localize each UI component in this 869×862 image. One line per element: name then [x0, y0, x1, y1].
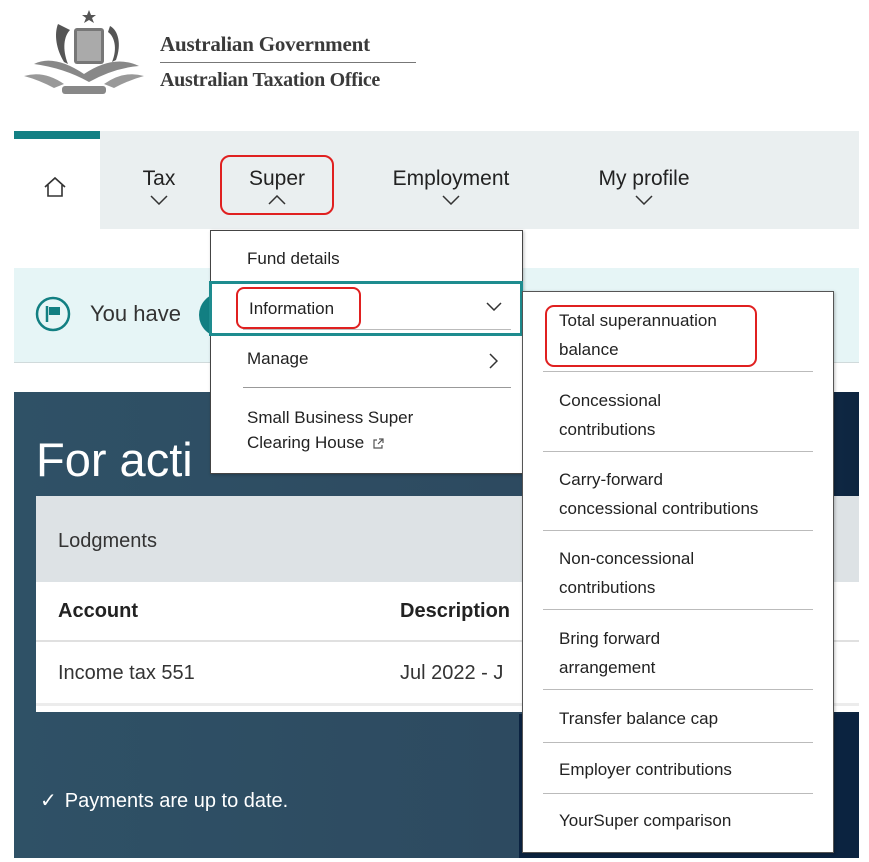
menu-item-small-business-super-clearing-house[interactable]: Small Business Super Clearing House [247, 405, 413, 455]
submenu-item-transfer-balance-cap[interactable]: Transfer balance cap [543, 704, 813, 743]
chevron-down-icon [150, 195, 168, 205]
nav-super-label: Super [248, 167, 306, 190]
nav-tax-label: Tax [142, 167, 176, 190]
main-nav: Tax Super Employment My profile [14, 131, 859, 229]
divider [243, 329, 511, 330]
ato-logo[interactable]: Australian Government Australian Taxatio… [14, 4, 434, 104]
submenu-item-total-superannuation-balance[interactable]: Total superannuation balance [543, 306, 813, 372]
payments-status: ✓ Payments are up to date. [40, 788, 288, 813]
cell-description: Jul 2022 - J [400, 662, 504, 684]
chevron-right-icon [489, 353, 498, 369]
nav-super[interactable]: Super [220, 155, 334, 215]
chevron-up-icon [268, 195, 286, 205]
checkmark-icon: ✓ [40, 790, 57, 812]
submenu-item-bring-forward-arrangement[interactable]: Bring forward arrangement [543, 624, 813, 690]
nav-employment[interactable]: Employment [378, 167, 524, 205]
flag-icon [35, 296, 71, 332]
nav-employment-label: Employment [392, 167, 510, 190]
external-link-icon [373, 437, 384, 449]
submenu-item-non-concessional-contributions[interactable]: Non-concessional contributions [543, 544, 813, 610]
home-icon [44, 176, 66, 197]
submenu-item-employer-contributions[interactable]: Employer contributions [543, 755, 813, 794]
nav-my-profile[interactable]: My profile [586, 167, 702, 205]
nav-tax[interactable]: Tax [134, 167, 184, 205]
chevron-down-icon [486, 302, 502, 311]
submenu-item-concessional-contributions[interactable]: Concessional contributions [543, 386, 813, 452]
submenu-item-carry-forward-concessional-contributions[interactable]: Carry-forward concessional contributions [543, 465, 813, 531]
menu-item-information-label: Information [236, 287, 361, 329]
agency-name: Australian Taxation Office [160, 69, 380, 91]
divider [243, 387, 511, 388]
information-submenu: Total superannuation balance Concessiona… [522, 291, 834, 853]
super-dropdown-menu: Fund details Information Manage Small Bu… [209, 230, 523, 474]
submenu-item-yoursuper-comparison[interactable]: YourSuper comparison [543, 806, 813, 845]
column-account: Account [58, 600, 138, 622]
chevron-down-icon [635, 195, 653, 205]
chevron-down-icon [442, 195, 460, 205]
nav-home[interactable] [14, 131, 100, 229]
coat-of-arms-icon [24, 10, 144, 94]
payments-status-text: Payments are up to date. [64, 790, 289, 812]
menu-item-manage[interactable]: Manage [247, 349, 308, 369]
government-name: Australian Government [160, 32, 416, 63]
cell-account: Income tax 551 [58, 662, 195, 684]
column-description: Description [400, 600, 511, 622]
nav-my-profile-label: My profile [598, 167, 690, 190]
menu-item-fund-details[interactable]: Fund details [247, 249, 340, 269]
menu-item-information[interactable]: Information [209, 281, 523, 336]
banner-text: You have [90, 301, 181, 326]
for-action-title: For acti [36, 433, 193, 486]
